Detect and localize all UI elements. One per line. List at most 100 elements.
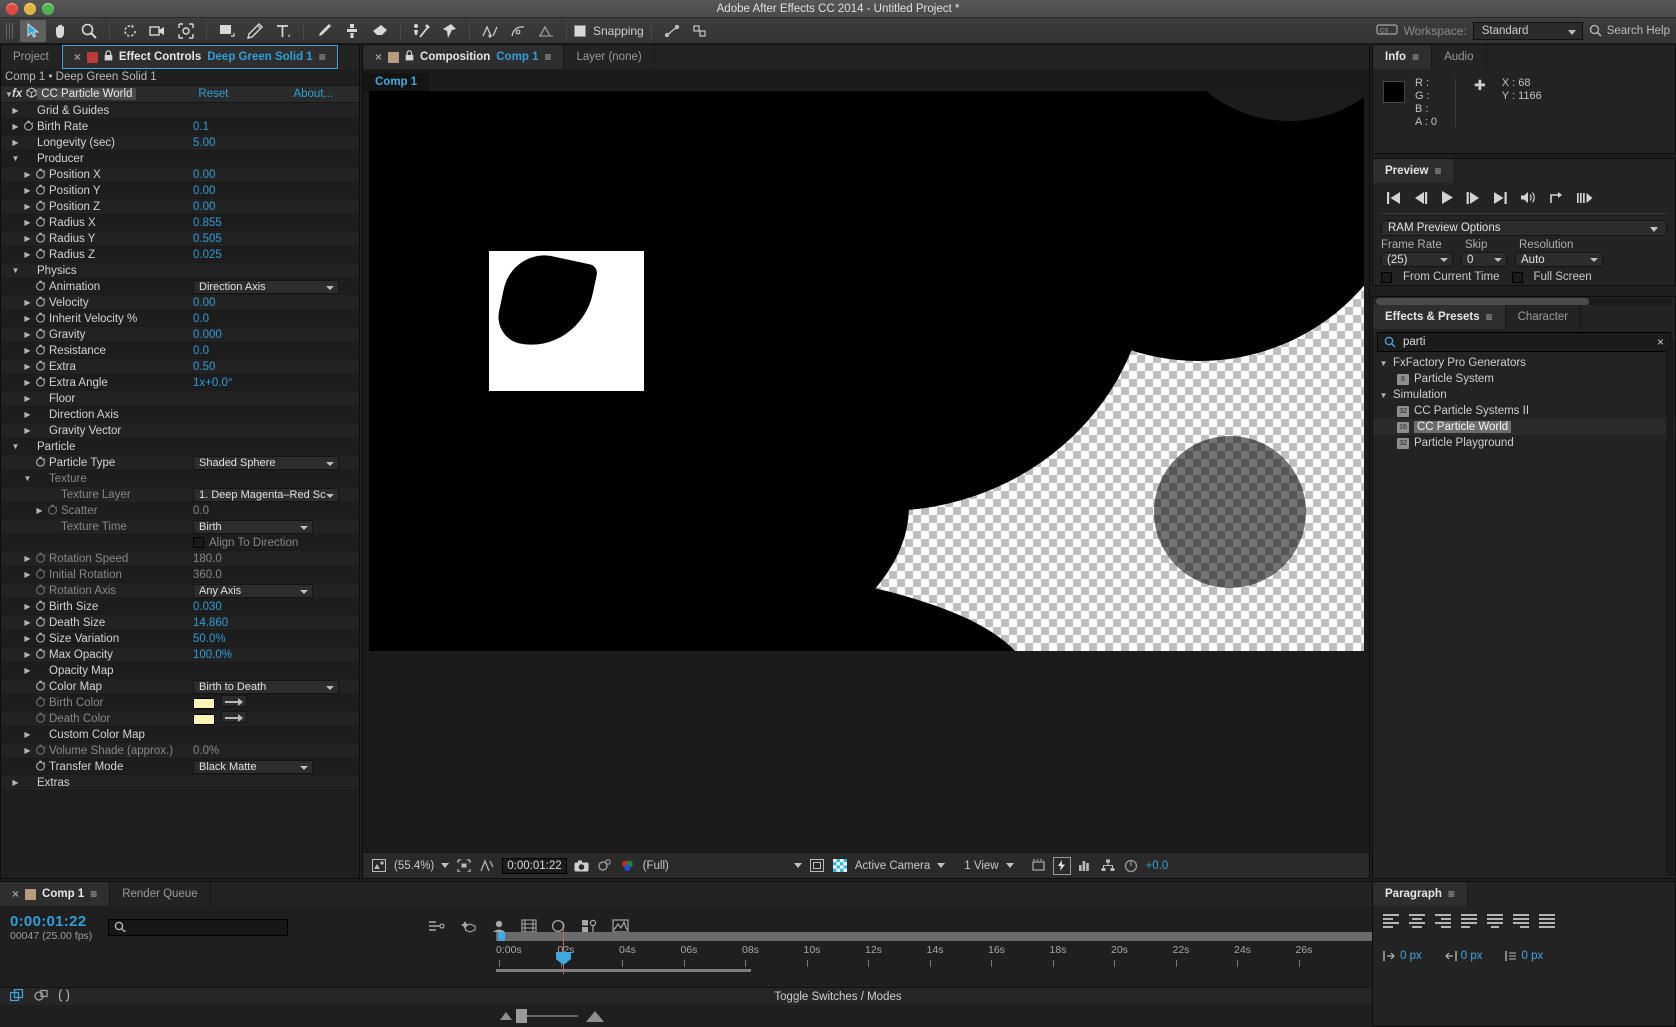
resolution-dropdown-icon[interactable] [793,863,802,868]
tab-layer[interactable]: Layer (none) [564,45,655,69]
maximize-window-button[interactable] [42,3,54,15]
color-swatch[interactable] [193,714,215,726]
expand-triangle[interactable] [23,282,32,291]
justify-last-center-icon[interactable] [1487,914,1503,928]
zoom-in-icon[interactable] [586,1010,604,1022]
panel-menu-icon[interactable]: ≡ [90,887,97,901]
align-to-direction-checkbox[interactable] [193,536,204,548]
pixel-aspect-icon[interactable] [1031,858,1047,874]
stopwatch-icon[interactable] [35,344,46,358]
effect-property-row[interactable]: ▶ Position Y 0.00 [1,183,359,199]
brush-tool[interactable] [311,20,337,42]
loop-icon[interactable] [1549,191,1564,207]
roto-brush-tool[interactable] [408,20,434,42]
expand-triangle[interactable]: ▼ [11,442,20,451]
effect-property-row[interactable]: ▶ Radius Z 0.025 [1,247,359,263]
anchor-align-tool[interactable] [477,20,503,42]
workspace-switcher-icon[interactable]: CS [1375,23,1398,39]
about-button[interactable]: About... [293,88,333,100]
tab-character[interactable]: Character [1505,305,1582,329]
active-camera-value[interactable]: Active Camera [855,860,930,872]
toolbar-grip[interactable] [6,22,14,39]
expand-triangle[interactable]: ▶ [11,138,20,147]
first-frame-icon[interactable] [1387,191,1401,207]
snapshot-icon[interactable] [574,858,590,874]
property-value[interactable]: 180.0 [193,553,222,565]
type-tool[interactable] [270,20,296,42]
effect-property-row[interactable]: ▶ Velocity 0.00 [1,295,359,311]
region-of-interest-icon[interactable] [456,858,472,874]
selection-tool[interactable] [20,19,46,42]
expand-triangle[interactable] [23,682,32,691]
stopwatch-icon[interactable] [35,568,46,582]
stopwatch-icon[interactable] [35,200,46,214]
stopwatch-icon[interactable] [35,632,46,646]
layer-switches-icon[interactable] [9,988,24,1005]
expand-triangle[interactable] [23,586,32,595]
views-dropdown-icon[interactable] [1005,863,1014,868]
expand-triangle[interactable]: ▶ [23,170,32,179]
tab-preview[interactable]: Preview ≡ [1373,159,1455,183]
mask-guides-icon[interactable] [479,858,495,874]
stopwatch-icon[interactable] [35,296,46,310]
effect-property-row[interactable]: Transfer Mode Black Matte [1,759,359,775]
close-icon[interactable]: × [74,50,81,64]
property-dropdown[interactable]: Any Axis [193,583,313,598]
expand-triangle[interactable] [35,538,44,547]
zoom-slider-knob[interactable] [516,1009,527,1023]
effect-property-row[interactable]: Align To Direction [1,535,359,551]
tab-comp1-timeline[interactable]: × Comp 1 ≡ [0,882,111,906]
search-help-area[interactable]: Search Help [1589,24,1670,37]
expand-triangle[interactable]: ▶ [23,218,32,227]
effect-property-row[interactable]: Texture Layer 1. Deep Magenta–Red Sc [1,487,359,503]
expand-triangle[interactable]: ▼ [11,266,20,275]
puppet-pin-tool[interactable] [436,20,462,42]
expand-triangle[interactable]: ▶ [23,186,32,195]
expand-triangle[interactable]: ▶ [23,330,32,339]
expand-triangle[interactable]: ▶ [23,346,32,355]
expand-triangle[interactable]: ▶ [23,378,32,387]
effect-property-row[interactable]: ▶ Inherit Velocity % 0.0 [1,311,359,327]
mask-feather-tool[interactable] [505,20,531,42]
effect-property-row[interactable]: ▶ Gravity Vector [1,423,359,439]
stopwatch-icon[interactable] [47,504,58,518]
property-value[interactable]: 0.0 [193,505,209,517]
effect-property-row[interactable]: ▶ Custom Color Map [1,727,359,743]
expand-triangle[interactable]: ▶ [23,362,32,371]
stopwatch-icon[interactable] [35,648,46,662]
histogram-icon[interactable] [1077,858,1093,874]
expand-triangle[interactable]: ▶ [11,106,20,115]
effect-property-row[interactable]: ▼ Particle [1,439,359,455]
effect-property-row[interactable]: Rotation Axis Any Axis [1,583,359,599]
property-dropdown[interactable]: Direction Axis [193,279,339,294]
effects-item-row[interactable]: 16 CC Particle World [1373,419,1675,435]
search-input[interactable] [1403,336,1650,348]
effects-item-row[interactable]: 32 Particle Playground [1373,435,1675,451]
current-time-display[interactable]: 0:00:01:22 [502,857,567,874]
property-value[interactable]: 0.0 [193,313,209,325]
exposure-value[interactable]: +0.0 [1146,860,1169,872]
window-controls[interactable] [6,3,54,15]
expand-triangle[interactable]: ▶ [11,122,20,131]
timeline-current-time[interactable]: 0:00:01:22 00047 (25.00 fps) [0,913,92,942]
expand-triangle[interactable]: ▶ [23,634,32,643]
effect-property-row[interactable]: Texture Time Birth [1,519,359,535]
stopwatch-icon[interactable] [35,584,46,598]
play-icon[interactable] [1441,191,1453,207]
property-value[interactable]: 14.860 [193,617,228,629]
fast-preview-icon[interactable] [1052,856,1071,875]
effect-property-row[interactable]: ▶ Birth Size 0.030 [1,599,359,615]
indent-left-field[interactable]: 0 px [1383,950,1422,962]
camera-tool[interactable] [145,20,171,42]
show-snapshot-icon[interactable] [597,858,613,874]
effects-group-row[interactable]: ▼ FxFactory Pro Generators [1373,355,1675,371]
shape-tool[interactable] [214,20,240,42]
effect-property-row[interactable]: ▶ Position X 0.00 [1,167,359,183]
effect-property-row[interactable]: ▶ Radius Y 0.505 [1,231,359,247]
property-dropdown[interactable]: Shaded Sphere [193,455,339,470]
effect-property-row[interactable]: ▶ Extra Angle 1x+0.0° [1,375,359,391]
last-frame-icon[interactable] [1493,191,1507,207]
effect-property-row[interactable]: ▶ Grid & Guides [1,103,359,119]
effect-property-row[interactable]: ▶ Radius X 0.855 [1,215,359,231]
effects-item-row[interactable]: 32 CC Particle Systems II [1373,403,1675,419]
